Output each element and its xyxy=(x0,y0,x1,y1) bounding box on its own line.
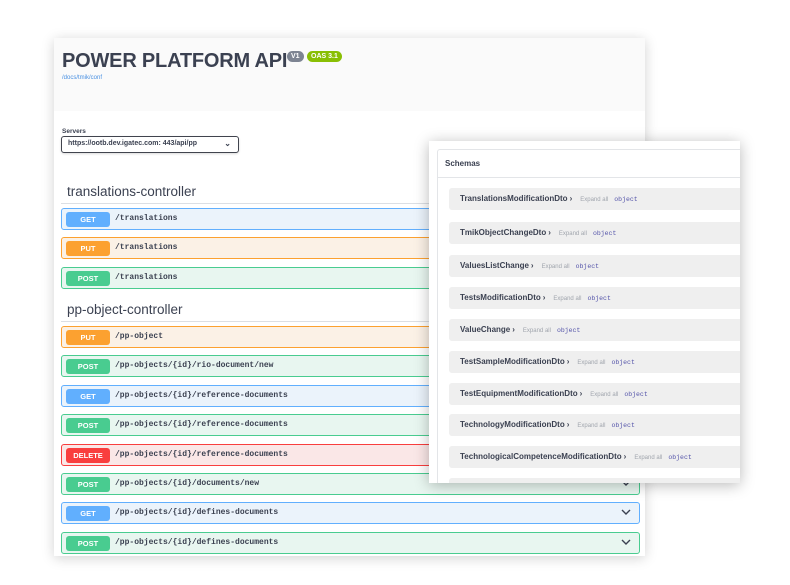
method-badge: PUT xyxy=(66,330,110,345)
schema-type: object xyxy=(592,230,617,237)
operation-path: /pp-objects/{id}/rio-document/new xyxy=(115,361,274,370)
expand-all-link[interactable]: Expand all xyxy=(559,231,587,237)
schema-type: object xyxy=(624,391,648,398)
schemas-title[interactable]: Schemas xyxy=(445,159,480,168)
schema-item[interactable] xyxy=(449,478,740,483)
schema-name: TmikObjectChangeDto xyxy=(460,228,547,237)
schema-name: TestSampleModificationDto xyxy=(460,357,565,366)
chevron-down-icon[interactable] xyxy=(621,537,631,547)
expand-all-link[interactable]: Expand all xyxy=(553,296,581,302)
schema-item[interactable]: TestEquipmentModificationDto › Expand all o… xyxy=(449,383,740,405)
schema-name: ValuesListChange xyxy=(460,261,529,270)
chevron-right-icon: › xyxy=(579,389,583,398)
expand-all-link[interactable]: Expand all xyxy=(577,423,605,429)
server-select-value: https://ootb.dev.igatec.com: 443/api/pp xyxy=(68,140,197,147)
operation-path: /translations xyxy=(115,214,178,223)
schema-name: TechnologyModificationDto xyxy=(460,420,565,429)
schema-name: TranslationsModificationDto xyxy=(460,194,568,203)
schema-name: ValueChange xyxy=(460,325,511,334)
schema-type: object xyxy=(614,196,638,203)
schemas-panel: Schemas TranslationsModificationDto › Expa… xyxy=(429,141,740,483)
servers-label: Servers xyxy=(62,128,86,135)
expand-all-link[interactable]: Expand all xyxy=(523,328,551,334)
api-info-header: POWER PLATFORM API V1 OAS 3.1 /docs/tmik… xyxy=(54,38,645,111)
method-badge: POST xyxy=(66,536,110,551)
tag-heading-pp-object-controller[interactable]: pp-object-controller xyxy=(67,302,183,317)
schema-name: TestEquipmentModificationDto xyxy=(460,389,578,398)
operation-path: /translations xyxy=(115,273,178,282)
schemas-section: Schemas TranslationsModificationDto › Expa… xyxy=(437,149,740,483)
method-badge: POST xyxy=(66,418,110,433)
tag-heading-translations-controller[interactable]: translations-controller xyxy=(67,184,196,199)
operation-path: /pp-objects/{id}/reference-documents xyxy=(115,391,288,400)
expand-all-link[interactable]: Expand all xyxy=(580,197,608,203)
method-badge: GET xyxy=(66,212,110,227)
operation-post-defines-documents[interactable]: POST /pp-objects/{id}/defines-documents xyxy=(61,532,640,554)
operation-path: /pp-objects/{id}/documents/new xyxy=(115,479,260,488)
expand-all-link[interactable]: Expand all xyxy=(590,392,618,398)
expand-all-link[interactable]: Expand all xyxy=(577,360,605,366)
schema-item[interactable]: TechnologicalCompetenceModificationDto › E… xyxy=(449,446,740,468)
docs-link[interactable]: /docs/tmik/conf xyxy=(62,75,102,81)
schema-name: TechnologicalCompetenceModificationDto xyxy=(460,452,622,461)
schemas-divider xyxy=(438,177,740,178)
method-badge: POST xyxy=(66,477,110,492)
schema-name: TestsModificationDto xyxy=(460,293,541,302)
method-badge: GET xyxy=(66,389,110,404)
operation-path: /pp-objects/{id}/reference-documents xyxy=(115,450,288,459)
schema-item[interactable]: TranslationsModificationDto › Expand all ob… xyxy=(449,188,740,210)
schema-item[interactable]: ValueChange › Expand all object xyxy=(449,319,740,341)
operation-path: /pp-objects/{id}/defines-documents xyxy=(115,538,279,547)
chevron-right-icon: › xyxy=(623,452,627,461)
operation-path: /pp-objects/{id}/reference-documents xyxy=(115,420,288,429)
chevron-right-icon: › xyxy=(542,293,546,302)
method-badge: PUT xyxy=(66,241,110,256)
method-badge: POST xyxy=(66,359,110,374)
version-badge: V1 xyxy=(287,51,304,62)
schema-item[interactable]: TestSampleModificationDto › Expand all obje… xyxy=(449,351,740,373)
chevron-right-icon: › xyxy=(566,420,570,429)
chevron-right-icon: › xyxy=(566,357,570,366)
schema-type: object xyxy=(575,263,600,270)
schema-item[interactable]: ValuesListChange › Expand all object xyxy=(449,255,740,277)
oas-badge: OAS 3.1 xyxy=(307,51,342,62)
schema-item[interactable]: TestsModificationDto › Expand all object xyxy=(449,287,740,309)
schema-type: object xyxy=(668,454,692,461)
method-badge: DELETE xyxy=(66,448,110,463)
server-select[interactable]: https://ootb.dev.igatec.com: 443/api/pp … xyxy=(61,136,239,153)
expand-all-link[interactable]: Expand all xyxy=(542,264,570,270)
operation-path: /pp-objects/{id}/defines-documents xyxy=(115,508,279,517)
chevron-right-icon: › xyxy=(512,325,515,334)
chevron-down-icon[interactable] xyxy=(621,507,631,517)
page-title: POWER PLATFORM API xyxy=(62,50,288,72)
schema-type: object xyxy=(611,359,635,366)
chevron-down-icon: ⌄ xyxy=(224,139,231,148)
schema-item[interactable]: TmikObjectChangeDto › Expand all object xyxy=(449,222,740,244)
operation-path: /translations xyxy=(115,243,178,252)
method-badge: GET xyxy=(66,506,110,521)
operation-path: /pp-object xyxy=(115,332,164,341)
schema-type: object xyxy=(556,327,581,334)
schema-type: object xyxy=(611,422,635,429)
operation-get-defines-documents[interactable]: GET /pp-objects/{id}/defines-documents xyxy=(61,502,640,524)
chevron-right-icon: › xyxy=(530,261,534,270)
chevron-right-icon: › xyxy=(569,194,573,203)
schema-item[interactable]: TechnologyModificationDto › Expand all obje… xyxy=(449,414,740,436)
method-badge: POST xyxy=(66,271,110,286)
chevron-right-icon: › xyxy=(548,228,551,237)
schema-type: object xyxy=(587,295,611,302)
expand-all-link[interactable]: Expand all xyxy=(634,455,662,461)
